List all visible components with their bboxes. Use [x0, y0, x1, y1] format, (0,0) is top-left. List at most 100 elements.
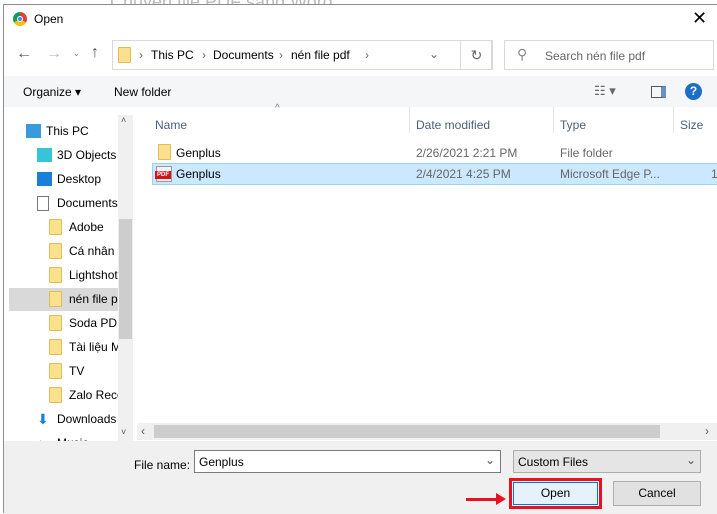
chevron-down-icon: ⌄ [686, 453, 697, 467]
scroll-up-icon[interactable]: ˄ [121, 115, 126, 125]
file-name: Genplus [176, 167, 221, 181]
view-options-icon[interactable]: ☷ ▾ [594, 83, 616, 99]
address-dropdown-icon[interactable]: ⌄ [429, 47, 439, 61]
cancel-button[interactable]: Cancel [613, 481, 701, 506]
file-type-filter[interactable]: Custom Files ⌄ [513, 450, 701, 473]
pdf-icon: PDF [155, 166, 172, 182]
dialog-title: Open [34, 12, 64, 26]
file-row[interactable]: Genplus 2/26/2021 2:21 PM File folder [152, 142, 717, 163]
bottom-panel: File name: Genplus ⌄ Custom Files ⌄ Open… [4, 441, 717, 514]
nav-item-label: Zalo Rece [69, 388, 124, 402]
open-dialog: Open ✕ ← → ⌄ ↑ › This PC › Documents › n… [3, 4, 717, 514]
desktop-icon [37, 172, 52, 186]
scrollbar-thumb[interactable] [119, 219, 132, 339]
nav-item[interactable]: Lightshot [9, 264, 118, 287]
nav-item-label: Adobe [69, 220, 104, 234]
nav-item[interactable]: Soda PDF [9, 312, 124, 335]
chevron-right-icon: › [139, 48, 143, 62]
cube-icon [37, 148, 52, 162]
file-date: 2/4/2021 4:25 PM [416, 167, 511, 181]
nav-item[interactable]: nén file pdf [9, 288, 128, 311]
nav-item-label: TV [69, 364, 85, 378]
navigation-pane: This PC 3D Objects Desktop Documents Adobe Cá… [9, 115, 133, 441]
nav-item-label: Soda PDF [69, 316, 125, 330]
recent-locations-chevron-icon[interactable]: ⌄ [73, 49, 80, 58]
nav-item[interactable]: Zalo Rece [9, 384, 124, 407]
nav-item-label: Documents [57, 196, 118, 210]
scroll-down-icon[interactable]: ˅ [121, 427, 126, 437]
nav-item[interactable]: Tài liệu M [9, 336, 122, 359]
refresh-button[interactable]: ↻ [460, 40, 493, 70]
preview-pane-icon[interactable] [651, 86, 666, 98]
scrollbar-thumb[interactable] [154, 425, 660, 438]
nav-item-label: Desktop [57, 172, 102, 186]
chevron-right-icon: › [279, 48, 283, 62]
breadcrumb-documents[interactable]: Documents [213, 48, 274, 62]
help-icon[interactable]: ? [685, 83, 702, 100]
close-icon[interactable]: ✕ [692, 8, 707, 29]
file-name: Genplus [176, 146, 221, 160]
file-date: 2/26/2021 2:21 PM [416, 146, 518, 160]
file-list: ^ Name Date modified Type Size Genplus 2… [137, 103, 717, 441]
folder-icon [49, 219, 62, 235]
file-row-selected[interactable]: PDF Genplus 2/4/2021 4:25 PM Microsoft E… [152, 163, 717, 185]
nav-item-label: Lightshot [69, 268, 118, 282]
arrow-head [496, 493, 506, 505]
file-type: File folder [560, 146, 613, 160]
nav-item[interactable]: TV [9, 360, 118, 383]
column-header-size[interactable]: Size [680, 118, 703, 132]
chrome-icon [13, 12, 27, 26]
folder-icon [49, 387, 62, 403]
chevron-down-icon[interactable]: ⌄ [485, 453, 495, 467]
file-name-label: File name: [134, 458, 191, 472]
up-arrow-icon[interactable]: ↑ [91, 44, 99, 62]
computer-icon [26, 124, 41, 138]
open-button[interactable]: Open [513, 482, 598, 505]
new-folder-button[interactable]: New folder [114, 85, 171, 99]
nav-item[interactable]: ⬇ Downloads [9, 408, 118, 431]
column-header-type[interactable]: Type [560, 118, 586, 132]
search-input[interactable]: ⚲ Search nén file pdf [504, 40, 714, 70]
file-size: 1 [711, 167, 717, 181]
column-header-name[interactable]: Name [155, 118, 187, 132]
nav-item[interactable]: Desktop [9, 168, 118, 191]
nav-item[interactable]: Cá nhân [9, 240, 118, 263]
chevron-right-icon: › [365, 48, 369, 62]
nav-item-label: Cá nhân [69, 244, 115, 258]
folder-icon [49, 315, 62, 331]
nav-item-label: Tài liệu M [69, 340, 122, 354]
nav-item-label: Downloads [57, 412, 117, 426]
search-placeholder: Search nén file pdf [545, 49, 646, 63]
file-name-input[interactable]: Genplus ⌄ [194, 450, 501, 473]
document-icon [37, 196, 49, 211]
folder-icon [49, 291, 62, 307]
folder-icon [49, 243, 62, 259]
organize-button[interactable]: Organize ▾ [23, 85, 81, 99]
nav-item[interactable]: 3D Objects [9, 144, 118, 167]
nav-scrollbar[interactable]: ˄ ˅ [118, 115, 133, 441]
forward-arrow-icon[interactable]: → [46, 45, 62, 63]
folder-icon [49, 267, 62, 283]
address-bar[interactable]: › This PC › Documents › nén file pdf › ⌄… [112, 40, 493, 70]
search-icon: ⚲ [517, 46, 528, 62]
breadcrumb-this-pc[interactable]: This PC [151, 48, 194, 62]
back-arrow-icon[interactable]: ← [16, 45, 32, 63]
column-header-date[interactable]: Date modified [416, 118, 490, 132]
folder-icon [158, 144, 171, 160]
nav-item[interactable]: ♪Music [9, 432, 118, 441]
folder-icon [118, 47, 131, 63]
nav-item[interactable]: This PC [9, 120, 118, 143]
scroll-right-icon[interactable]: › [705, 424, 709, 438]
breadcrumb-current-folder[interactable]: nén file pdf [291, 48, 350, 62]
toolbar: Organize ▾ New folder ☷ ▾ ? [4, 76, 717, 107]
folder-icon [49, 339, 62, 355]
scroll-left-icon[interactable]: ‹ [141, 424, 145, 438]
nav-item[interactable]: Adobe [9, 216, 118, 239]
download-icon: ⬇ [37, 412, 52, 426]
nav-item[interactable]: Documents [9, 192, 118, 215]
horizontal-scrollbar[interactable]: ‹ › [137, 423, 717, 440]
folder-icon [49, 363, 62, 379]
highlight-arrow [466, 498, 498, 501]
nav-item-label: This PC [46, 124, 89, 138]
file-type: Microsoft Edge P... [560, 167, 660, 181]
